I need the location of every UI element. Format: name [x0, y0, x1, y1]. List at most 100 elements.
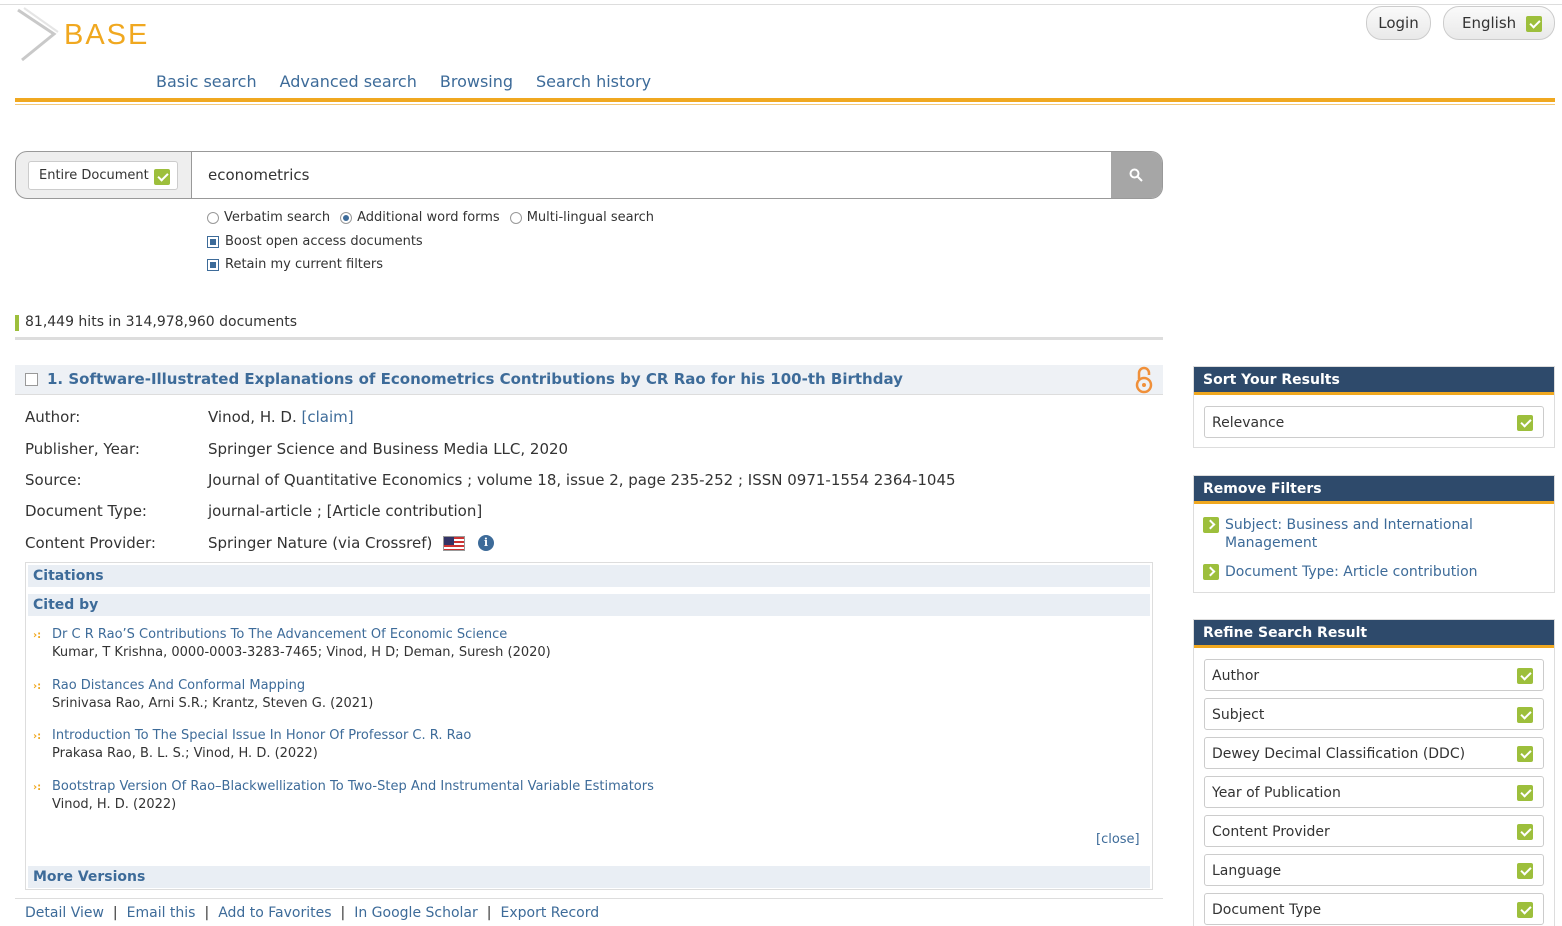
source-value: Journal of Quantitative Economics ; volu…: [208, 471, 956, 489]
result-select-checkbox[interactable]: [25, 373, 38, 386]
cited-by-title[interactable]: Bootstrap Version Of Rao–Blackwellizatio…: [52, 779, 654, 794]
boost-oa-label[interactable]: Boost open access documents: [225, 234, 423, 249]
close-link[interactable]: [close]: [1096, 832, 1140, 847]
remove-filter-icon: [1203, 517, 1219, 533]
chevron-down-icon: [1517, 707, 1533, 723]
chevron-down-icon: [1517, 415, 1533, 431]
publisher-value: Springer Science and Business Media LLC,…: [208, 440, 569, 458]
nav-browsing[interactable]: Browsing: [440, 72, 513, 91]
chevron-down-icon: [1517, 668, 1533, 684]
base-logo[interactable]: BASE: [14, 6, 174, 64]
bullet-arrow-icon: ›:: [33, 731, 42, 742]
email-link[interactable]: Email this: [127, 905, 196, 921]
more-versions-tab[interactable]: More Versions: [28, 866, 1150, 888]
search-scope-label: Entire Document: [39, 168, 149, 183]
result-header: 1. Software-Illustrated Explanations of …: [15, 365, 1163, 395]
cited-by-header[interactable]: Cited by: [28, 594, 1150, 616]
boost-oa-checkbox[interactable]: [207, 235, 219, 248]
cited-by-title[interactable]: Introduction To The Special Issue In Hon…: [52, 728, 471, 743]
refine-panel-title: Refine Search Result: [1194, 620, 1554, 648]
active-filter[interactable]: Subject: Business and International Mana…: [1203, 516, 1503, 552]
citations-tab[interactable]: Citations: [28, 565, 1150, 587]
refine-content-provider[interactable]: Content Provider: [1204, 815, 1544, 847]
refine-subject[interactable]: Subject: [1204, 698, 1544, 730]
multilingual-radio[interactable]: [509, 211, 522, 224]
login-button[interactable]: Login: [1366, 6, 1431, 40]
cited-by-authors: Kumar, T Krishna, 0000-0003-3283-7465; V…: [52, 645, 551, 660]
refine-author[interactable]: Author: [1204, 659, 1544, 691]
author-name: Vinod, H. D.: [208, 408, 297, 426]
active-filter-label: Subject: Business and International Mana…: [1225, 517, 1473, 551]
refine-label: Document Type: [1212, 902, 1322, 918]
export-record-link[interactable]: Export Record: [500, 905, 599, 921]
refine-document-type[interactable]: Document Type: [1204, 893, 1544, 925]
cited-by-authors: Prakasa Rao, B. L. S.; Vinod, H. D. (202…: [52, 746, 318, 761]
retain-filters-checkbox[interactable]: [207, 258, 219, 271]
search-bar: Entire Document econometrics: [15, 151, 1163, 199]
provider-label: Content Provider:: [25, 534, 156, 552]
result-title[interactable]: 1. Software-Illustrated Explanations of …: [47, 370, 903, 388]
refine-label: Dewey Decimal Classification (DDC): [1212, 746, 1466, 762]
refine-label: Author: [1212, 668, 1260, 684]
cited-by-authors: Vinod, H. D. (2022): [52, 797, 177, 812]
bullet-arrow-icon: ›:: [33, 630, 42, 641]
open-access-icon: [1135, 366, 1153, 394]
doctype-value: journal-article ; [Article contribution]: [208, 502, 483, 520]
claim-link[interactable]: [claim]: [302, 408, 354, 426]
chevron-down-icon: [1517, 824, 1533, 840]
nav-underline: [15, 98, 1555, 102]
multilingual-label[interactable]: Multi-lingual search: [527, 210, 654, 225]
google-scholar-link[interactable]: In Google Scholar: [354, 905, 478, 921]
active-filter-label: Document Type: Article contribution: [1225, 564, 1478, 580]
additional-word-forms-radio[interactable]: [340, 211, 353, 224]
author-label: Author:: [25, 408, 81, 426]
verbatim-radio[interactable]: [207, 211, 219, 224]
provider-name: Springer Nature (via Crossref): [208, 534, 433, 552]
retain-filters-option: Retain my current filters: [207, 257, 383, 272]
nav-basic-search[interactable]: Basic search: [156, 72, 257, 91]
top-divider: [0, 4, 1562, 5]
active-filter[interactable]: Document Type: Article contribution: [1203, 563, 1523, 581]
search-button[interactable]: [1111, 152, 1162, 198]
nav-search-history[interactable]: Search history: [536, 72, 651, 91]
chevron-down-icon: [1526, 16, 1542, 32]
retain-filters-label[interactable]: Retain my current filters: [225, 257, 383, 272]
nav-underline-thin: [15, 104, 1555, 105]
sort-select[interactable]: Relevance: [1204, 406, 1544, 438]
chevron-down-icon: [1517, 863, 1533, 879]
detail-view-link[interactable]: Detail View: [25, 905, 104, 921]
logo-text: BASE: [64, 19, 150, 51]
boost-oa-option: Boost open access documents: [207, 234, 423, 249]
doctype-label: Document Type:: [25, 502, 147, 520]
refine-label: Year of Publication: [1212, 785, 1341, 801]
chevron-down-icon: [1517, 785, 1533, 801]
refine-label: Content Provider: [1212, 824, 1330, 840]
result-actions: Detail View | Email this | Add to Favorites |…: [15, 898, 1163, 921]
refine-year[interactable]: Year of Publication: [1204, 776, 1544, 808]
bullet-arrow-icon: ›:: [33, 681, 42, 692]
publisher-label: Publisher, Year:: [25, 440, 140, 458]
refine-label: Language: [1212, 863, 1282, 879]
results-count: 81,449 hits in 314,978,960 documents: [15, 314, 1163, 340]
search-input[interactable]: econometrics: [191, 152, 1113, 198]
remove-filters-title: Remove Filters: [1194, 476, 1554, 504]
remove-filter-icon: [1203, 564, 1219, 580]
language-select[interactable]: English: [1443, 6, 1555, 40]
bullet-arrow-icon: ›:: [33, 782, 42, 793]
add-favorites-link[interactable]: Add to Favorites: [218, 905, 331, 921]
us-flag-icon: [443, 536, 466, 551]
nav-advanced-search[interactable]: Advanced search: [280, 72, 417, 91]
refine-ddc[interactable]: Dewey Decimal Classification (DDC): [1204, 737, 1544, 769]
verbatim-label[interactable]: Verbatim search: [224, 210, 330, 225]
sort-panel-title: Sort Your Results: [1194, 367, 1554, 395]
cited-by-authors: Srinivasa Rao, Arni S.R.; Krantz, Steven…: [52, 696, 374, 711]
refine-label: Subject: [1212, 707, 1265, 723]
search-scope-select[interactable]: Entire Document: [28, 161, 178, 190]
info-icon[interactable]: i: [477, 535, 494, 551]
cited-by-title[interactable]: Dr C R Rao’S Contributions To The Advanc…: [52, 627, 507, 642]
cited-by-title[interactable]: Rao Distances And Conformal Mapping: [52, 678, 305, 693]
additional-word-forms-label[interactable]: Additional word forms: [357, 210, 500, 225]
refine-language[interactable]: Language: [1204, 854, 1544, 886]
author-value: Vinod, H. D. [claim]: [208, 408, 354, 426]
chevron-down-icon: [1517, 746, 1533, 762]
